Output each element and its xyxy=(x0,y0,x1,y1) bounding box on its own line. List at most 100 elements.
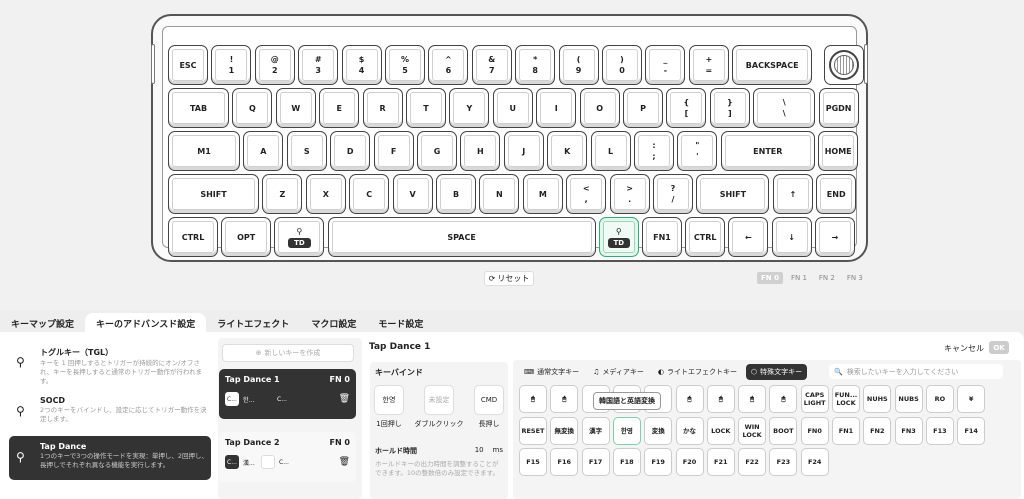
special-key[interactable]: LOCK xyxy=(706,416,735,445)
special-key[interactable]: NUBS xyxy=(894,385,923,413)
key-7[interactable]: & 7 xyxy=(471,45,512,85)
key-r4-4[interactable]: V xyxy=(392,174,433,214)
key-r4-8[interactable]: <, xyxy=(566,174,607,214)
search-input[interactable]: 🔍 検索したいキーを入力してください xyxy=(829,364,1003,379)
special-key[interactable]: かな xyxy=(675,416,704,445)
bind-double[interactable]: 未設定 xyxy=(424,385,454,415)
special-key[interactable]: BOOT xyxy=(769,416,798,445)
side-item-toggle[interactable]: ⚲ トグルキー（TGL） キーを 1 回押しするとトリガーが持続的にオン/オフさ… xyxy=(9,341,211,385)
key-2[interactable]: @2 xyxy=(254,45,295,85)
key-r3-5[interactable]: G xyxy=(417,131,457,171)
key-r4-9[interactable]: >. xyxy=(609,174,650,214)
key-6[interactable]: ^ 6 xyxy=(428,45,469,85)
layer-fn3[interactable]: FN 3 xyxy=(843,272,867,284)
special-key[interactable]: FN0 xyxy=(800,416,829,445)
key-r2-2[interactable]: W xyxy=(275,88,316,128)
key-ctrl[interactable]: CTRL xyxy=(168,217,218,257)
key-left[interactable]: ← xyxy=(728,217,769,257)
key-right[interactable]: → xyxy=(814,217,855,257)
special-key[interactable]: F19 xyxy=(644,448,673,476)
key-r3-11[interactable]: " ' xyxy=(677,131,718,171)
special-key[interactable]: RO xyxy=(925,385,954,413)
key-1[interactable]: ! 1 xyxy=(211,45,252,85)
key-space[interactable]: SPACE xyxy=(327,217,596,257)
special-key[interactable]: FN1 xyxy=(832,416,860,445)
new-key-button[interactable]: ⊕ 新しいキーを作成 xyxy=(222,344,354,362)
key-r3-1[interactable]: A xyxy=(243,131,284,171)
trash-icon[interactable]: 🗑 xyxy=(339,394,350,404)
key-r4-7[interactable]: M xyxy=(522,174,563,214)
key-r4-0[interactable]: SHIFT xyxy=(168,174,259,214)
special-key[interactable]: F14 xyxy=(957,416,986,445)
tab-light-keys[interactable]: ◐ ライトエフェクトキー xyxy=(653,364,742,380)
tab-light[interactable]: ライトエフェクト xyxy=(206,313,300,333)
key-r4-12[interactable]: ↑ xyxy=(772,174,813,214)
special-key[interactable]: F17 xyxy=(581,448,610,476)
side-item-socd[interactable]: ⚲ SOCD 2つのキーをバインドし、設定に応じてトリガー動作を決定します。 xyxy=(9,390,211,434)
key-r3-2[interactable]: S xyxy=(286,131,327,171)
key-r4-2[interactable]: X xyxy=(305,174,346,214)
special-key[interactable]: 変換 xyxy=(644,416,673,445)
special-key[interactable]: 🖱 xyxy=(738,385,767,413)
key-r2-7[interactable]: U xyxy=(492,88,533,128)
special-key[interactable]: 🖱 xyxy=(519,385,547,413)
tab-media-keys[interactable]: ♫ メディアキー xyxy=(588,364,649,380)
key-r2-12[interactable]: }] xyxy=(709,88,750,128)
special-key[interactable]: F15 xyxy=(519,448,547,476)
key-r2-5[interactable]: T xyxy=(406,88,446,128)
key-8[interactable]: * 8 xyxy=(515,45,556,85)
key-r3-12[interactable]: ENTER xyxy=(720,131,815,171)
tab-macro[interactable]: マクロ設定 xyxy=(300,313,367,333)
key-r3-0[interactable]: M1 xyxy=(168,131,240,171)
key-r2-6[interactable]: Y xyxy=(449,88,490,128)
key-9[interactable]: (9 xyxy=(558,45,599,85)
layer-fn2[interactable]: FN 2 xyxy=(815,272,839,284)
special-key[interactable]: 🖱 xyxy=(769,385,798,413)
key-r4-11[interactable]: SHIFT xyxy=(696,174,770,214)
key-r2-10[interactable]: P xyxy=(623,88,663,128)
special-key[interactable]: F13 xyxy=(925,416,954,445)
tapdance-card-2[interactable]: Tap Dance 2 FN 0 C... 漢... C... 🗑 xyxy=(219,432,356,482)
layer-fn0[interactable]: FN 0 xyxy=(757,272,783,284)
bind-single[interactable]: 한영 xyxy=(374,385,404,415)
tapdance-card-1[interactable]: Tap Dance 1 FN 0 C... 한... C... 🗑 xyxy=(219,369,356,419)
key-r4-6[interactable]: N xyxy=(479,174,520,214)
special-key[interactable]: CAPS LIGHT xyxy=(800,385,829,413)
key-r4-10[interactable]: ? / xyxy=(653,174,693,214)
bind-hold[interactable]: CMD xyxy=(474,385,504,415)
special-key[interactable]: WIN LOCK xyxy=(738,416,767,445)
layer-fn1[interactable]: FN 1 xyxy=(787,272,811,284)
key-r4-3[interactable]: C xyxy=(349,174,390,214)
key-r4-1[interactable]: Z xyxy=(262,174,303,214)
key-r2-4[interactable]: R xyxy=(362,88,403,128)
special-key[interactable]: F24 xyxy=(800,448,829,476)
key-r4-13[interactable]: END xyxy=(816,174,857,214)
special-key[interactable]: F22 xyxy=(738,448,767,476)
special-key[interactable]: 한영 xyxy=(612,416,641,445)
tab-normal-keys[interactable]: ⌨ 通常文字キー xyxy=(519,364,584,380)
rotary-knob-icon[interactable] xyxy=(824,45,864,85)
hold-value[interactable]: 10 xyxy=(475,446,484,454)
key-r3-3[interactable]: D xyxy=(330,131,371,171)
key-5[interactable]: % 5 xyxy=(385,45,425,85)
special-key[interactable]: 🖱 xyxy=(706,385,735,413)
key-r2-0[interactable]: TAB xyxy=(168,88,229,128)
key-r3-9[interactable]: L xyxy=(590,131,631,171)
key-13[interactable]: BACKSPACE xyxy=(732,45,813,85)
key-r4-5[interactable]: B xyxy=(436,174,476,214)
key-r3-6[interactable]: H xyxy=(460,131,501,171)
special-key[interactable]: 漢字 xyxy=(581,416,610,445)
special-key[interactable]: 🖱 xyxy=(550,385,579,413)
tab-advanced[interactable]: キーのアドバンスド設定 xyxy=(85,313,207,333)
key-r2-3[interactable]: E xyxy=(319,88,360,128)
key-r2-9[interactable]: O xyxy=(579,88,620,128)
key-down[interactable]: ↓ xyxy=(771,217,812,257)
key-3[interactable]: #3 xyxy=(298,45,339,85)
tab-mode[interactable]: モード設定 xyxy=(367,313,434,333)
tab-special-keys[interactable]: ⬡ 特殊文字キー xyxy=(746,364,808,380)
special-key[interactable]: F21 xyxy=(706,448,735,476)
special-key[interactable]: F16 xyxy=(550,448,579,476)
key-r3-10[interactable]: :; xyxy=(634,131,674,171)
key-opt[interactable]: OPT xyxy=(221,217,272,257)
special-key[interactable]: NUHS xyxy=(863,385,892,413)
